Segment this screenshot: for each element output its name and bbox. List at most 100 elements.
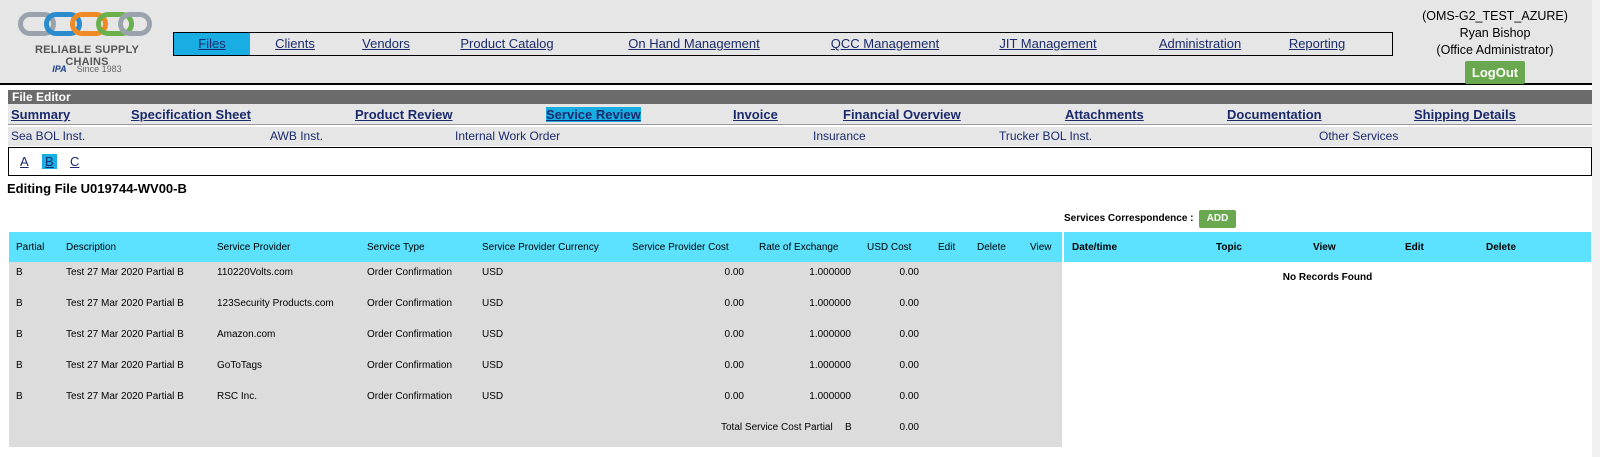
cell-usd: 0.00 [899,298,919,309]
tab-summary[interactable]: Summary [11,107,70,122]
nav-item-clients[interactable]: Clients [270,33,320,55]
cell-usd: 0.00 [899,391,919,402]
col-delete: Delete [1486,242,1517,253]
main-nav: Files Clients Vendors Product Catalog On… [173,32,1393,56]
add-correspondence-button[interactable]: ADD [1199,210,1236,228]
company-logo[interactable]: RELIABLE SUPPLY CHAINS IPA Since 1983 [12,8,162,78]
no-records-message: No Records Found [1282,272,1373,283]
file-editor-tabs: Summary Specification Sheet Product Revi… [8,104,1592,125]
nav-item-administration[interactable]: Administration [1152,33,1248,55]
editing-file-title: Editing File U019744-WV00-B [7,181,187,196]
environment-label: (OMS-G2_TEST_AZURE) [1422,9,1568,23]
partial-a-link[interactable]: A [17,154,32,169]
services-table: Partial Description Service Provider Ser… [9,232,1062,447]
cell-rate: 1.000000 [809,360,851,371]
cell-partial: B [16,360,23,371]
logout-button[interactable]: LogOut [1464,61,1526,84]
subtab-awb-inst[interactable]: AWB Inst. [270,129,323,143]
col-description: Description [66,242,117,253]
scrollbar-track[interactable] [1592,0,1600,457]
tab-documentation[interactable]: Documentation [1227,107,1322,122]
col-provider-cost: Service Provider Cost [632,242,729,253]
cell-currency: USD [482,360,504,371]
cell-type: Order Confirmation [367,267,453,278]
nav-item-files[interactable]: Files [174,33,250,55]
cell-type: Order Confirmation [367,298,453,309]
cell-type: Order Confirmation [367,391,453,402]
cell-type: Order Confirmation [367,360,453,371]
cell-partial: B [16,329,23,340]
col-partial: Partial [16,242,45,253]
nav-item-reporting[interactable]: Reporting [1284,33,1350,55]
cell-provider: RSC Inc. [217,391,258,402]
cell-partial: B [16,298,23,309]
cell-currency: USD [482,391,504,402]
cell-description: Test 27 Mar 2020 Partial B [66,360,184,371]
nav-item-on-hand-management[interactable]: On Hand Management [624,33,764,55]
cell-cost: 0.00 [724,267,744,278]
cell-provider: 110220Volts.com [217,267,293,278]
services-table-header: Partial Description Service Provider Ser… [9,232,1062,262]
cell-description: Test 27 Mar 2020 Partial B [66,391,184,402]
tab-financial-overview[interactable]: Financial Overview [843,107,961,122]
tab-attachments[interactable]: Attachments [1065,107,1144,122]
subtab-trucker-bol-inst[interactable]: Trucker BOL Inst. [999,129,1092,143]
cell-cost: 0.00 [724,329,744,340]
app-header: RELIABLE SUPPLY CHAINS IPA Since 1983 Fil… [0,0,1600,85]
cell-partial: B [16,391,23,402]
correspondence-table-header: Date/time Topic View Edit Delete [1064,232,1591,262]
tab-product-review[interactable]: Product Review [355,107,453,122]
col-edit: Edit [1405,242,1424,253]
cell-cost: 0.00 [724,360,744,371]
subtab-sea-bol-inst[interactable]: Sea BOL Inst. [11,129,85,143]
total-value: 0.00 [899,422,919,433]
nav-item-vendors[interactable]: Vendors [356,33,416,55]
col-rate-of-exchange: Rate of Exchange [759,242,839,253]
service-subtabs: Sea BOL Inst. AWB Inst. Internal Work Or… [8,127,1592,146]
col-service-provider: Service Provider [217,242,291,253]
col-service-type: Service Type [367,242,425,253]
col-view: View [1313,242,1336,253]
nav-item-product-catalog[interactable]: Product Catalog [457,33,557,55]
cell-usd: 0.00 [899,329,919,340]
cell-partial: B [16,267,23,278]
cell-usd: 0.00 [899,360,919,371]
tab-shipping-details[interactable]: Shipping Details [1414,107,1516,122]
subtab-other-services[interactable]: Other Services [1319,129,1398,143]
cell-rate: 1.000000 [809,391,851,402]
col-usd-cost: USD Cost [867,242,912,253]
cell-rate: 1.000000 [809,298,851,309]
cell-usd: 0.00 [899,267,919,278]
cell-currency: USD [482,329,504,340]
col-topic: Topic [1216,242,1242,253]
user-name: Ryan Bishop [1459,26,1531,40]
file-editor-title: File Editor [8,90,1592,104]
subtab-insurance[interactable]: Insurance [813,129,866,143]
ipa-logo: IPA [52,64,67,74]
tab-service-review[interactable]: Service Review [546,107,641,122]
cell-cost: 0.00 [724,298,744,309]
cell-currency: USD [482,267,504,278]
cell-provider: 123Security Products.com [217,298,334,309]
partial-c-link[interactable]: C [67,154,82,169]
tab-invoice[interactable]: Invoice [733,107,778,122]
col-view: View [1030,242,1052,253]
cell-cost: 0.00 [724,391,744,402]
col-provider-currency: Service Provider Currency [482,242,599,253]
subtab-internal-work-order[interactable]: Internal Work Order [455,129,560,143]
chain-links-graphic [18,10,158,42]
col-delete: Delete [977,242,1006,253]
nav-item-qcc-management[interactable]: QCC Management [829,33,941,55]
cell-description: Test 27 Mar 2020 Partial B [66,329,184,340]
nav-item-jit-management[interactable]: JIT Management [996,33,1100,55]
partial-b-link[interactable]: B [42,154,57,169]
total-label: Total Service Cost Partial [721,422,833,433]
cell-description: Test 27 Mar 2020 Partial B [66,267,184,278]
cell-type: Order Confirmation [367,329,453,340]
tab-specification-sheet[interactable]: Specification Sheet [131,107,251,122]
user-info: (OMS-G2_TEST_AZURE) Ryan Bishop (Office … [1390,8,1600,84]
cell-currency: USD [482,298,504,309]
col-date-time: Date/time [1072,242,1118,253]
cell-description: Test 27 Mar 2020 Partial B [66,298,184,309]
user-role: (Office Administrator) [1436,43,1554,57]
